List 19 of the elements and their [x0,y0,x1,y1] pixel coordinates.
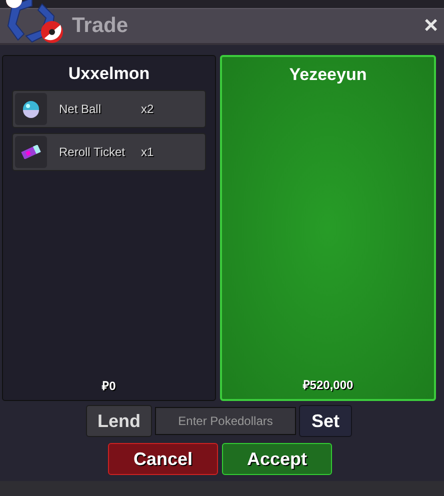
set-button[interactable]: Set [299,405,352,437]
item-row[interactable]: Reroll Ticket x1 [12,133,206,171]
window-title: Trade [72,14,130,38]
ticket-icon [21,145,41,159]
player-name: Uxxelmon [68,64,150,84]
money-amount: ₽0 [102,378,116,394]
cancel-button[interactable]: Cancel [108,443,218,475]
item-count: x2 [141,102,154,116]
ball-icon [22,100,40,118]
close-button[interactable]: × [424,14,438,38]
item-name: Reroll Ticket [59,145,126,159]
player-name: Yezeeyun [289,65,367,85]
item-count: x1 [141,145,154,159]
money-amount: ₽520,000 [302,377,354,394]
accept-button[interactable]: Accept [222,443,332,475]
lend-button[interactable]: Lend [86,405,152,437]
money-input-field[interactable]: Enter Pokedollars [155,407,296,435]
item-name: Net Ball [59,102,102,116]
item-row[interactable]: Net Ball x2 [12,90,206,128]
